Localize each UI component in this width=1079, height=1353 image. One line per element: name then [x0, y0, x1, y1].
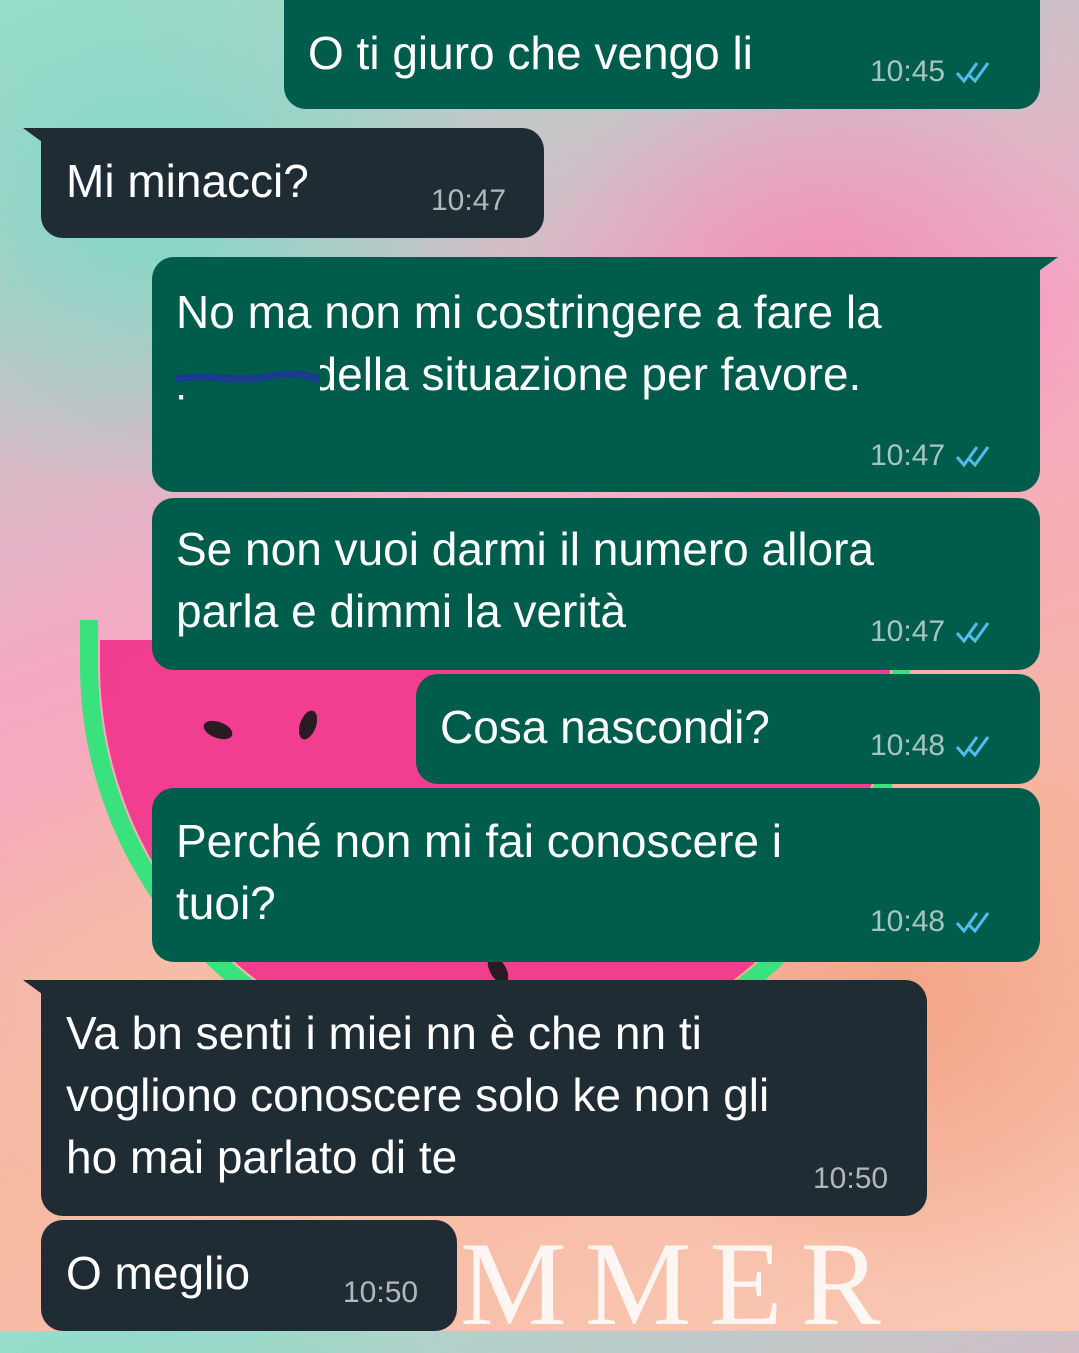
message-text: Se non vuoi darmi il numero allora — [176, 523, 875, 575]
double-check-icon — [955, 62, 990, 84]
message-text: Va bn senti i miei nn è che nn ti — [66, 1007, 702, 1059]
message-bubble-outgoing[interactable]: Cosa nascondi? 10:48 — [416, 674, 1040, 784]
message-time: 10:50 — [343, 1276, 419, 1309]
message-bubble-outgoing[interactable]: O ti giuro che vengo li 10:45 — [284, 0, 1040, 109]
message-time: 10:48 — [870, 729, 946, 762]
message-bubble-incoming[interactable]: O meglio 10:50 — [41, 1220, 457, 1331]
message-text: ho mai parlato di te — [66, 1131, 458, 1183]
message-time: 10:48 — [870, 905, 946, 938]
message-text: O meglio — [66, 1247, 251, 1299]
message-text: No ma non mi costringere a fare la — [176, 286, 882, 338]
message-time: 10:47 — [870, 439, 946, 472]
double-check-icon — [955, 736, 990, 758]
message-time: 10:50 — [813, 1162, 889, 1195]
message-bubble-outgoing[interactable]: Perché non mi fai conoscere i tuoi? 10:4… — [152, 788, 1040, 962]
message-text: Mi minacci? — [66, 155, 309, 207]
double-check-icon — [955, 622, 990, 644]
wallpaper-seed — [201, 717, 235, 743]
message-bubble-incoming[interactable]: Va bn senti i miei nn è che nn ti voglio… — [23, 980, 927, 1216]
message-time: 10:45 — [870, 55, 946, 88]
wallpaper-seed — [295, 708, 321, 742]
message-bubble-incoming[interactable]: Mi minacci? 10:47 — [23, 128, 544, 238]
message-text: O ti giuro che vengo li — [308, 27, 753, 79]
message-text: tuoi? — [176, 877, 276, 929]
message-text: Perché non mi fai conoscere i — [176, 815, 782, 867]
message-text: vogliono conoscere solo ke non gli — [66, 1069, 770, 1121]
wallpaper-text: MMER — [460, 1217, 899, 1350]
double-check-icon — [955, 912, 990, 934]
message-time: 10:47 — [870, 615, 946, 648]
message-bubble-outgoing[interactable]: Se non vuoi darmi il numero allora parla… — [152, 498, 1040, 670]
message-time: 10:47 — [431, 184, 507, 217]
message-text: parla e dimmi la verità — [176, 585, 626, 637]
message-text: Cosa nascondi? — [440, 701, 770, 753]
double-check-icon — [955, 446, 990, 468]
strikethrough-scribble — [175, 365, 320, 395]
